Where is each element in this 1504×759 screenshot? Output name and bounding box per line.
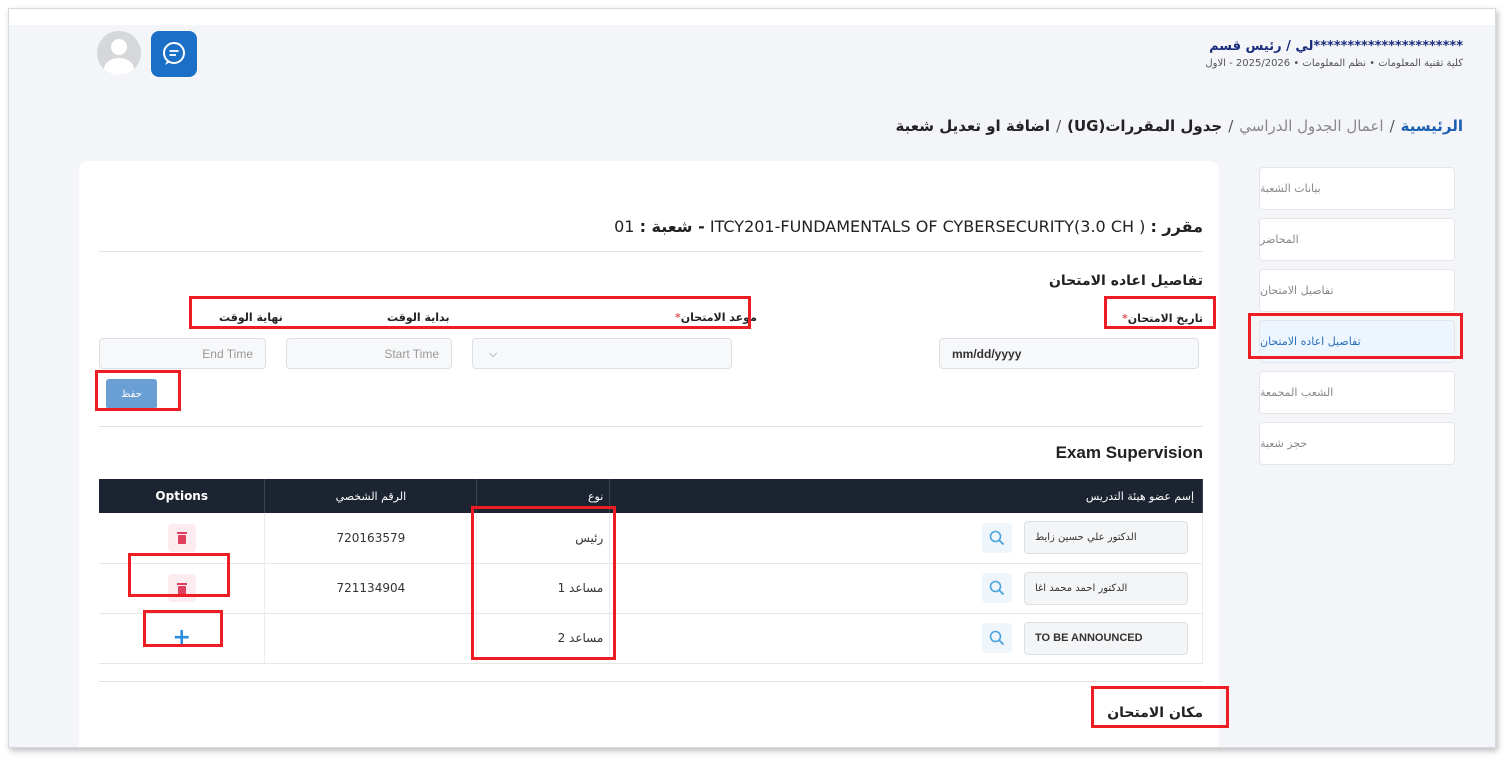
user-context: كلية تقنية المعلومات • نظم المعلومات • 2… (1205, 58, 1463, 69)
table-row: + مساعد 2 TO BE ANNOUNCED (99, 613, 1203, 664)
side-item-lecturer[interactable]: المحاضر (1259, 218, 1455, 261)
search-icon (989, 530, 1005, 545)
save-button[interactable]: حفظ (106, 379, 157, 409)
column-personal-id: الرقم الشخصي (264, 479, 478, 513)
table-row: 720163579 رئيس الدكتور علي حسين زايط (99, 513, 1203, 564)
personal-id-cell: 720163579 (264, 513, 478, 564)
exam-slot-label: موعد الامتحان* (675, 311, 757, 324)
breadcrumb-current: اضافة او تعديل شعبة (895, 117, 1051, 135)
reexam-section-title: تفاصيل اعاده الامتحان (1048, 273, 1203, 289)
user-name[interactable]: **********************لي / رئيس قسم (1205, 39, 1463, 54)
section-side-menu: بيانات الشعبة المحاضر تفاصيل الامتحان تف… (1259, 167, 1455, 473)
end-time-input[interactable]: End Time (99, 338, 266, 369)
plus-icon: + (172, 625, 191, 650)
type-cell: مساعد 2 (476, 613, 611, 664)
divider (99, 426, 1203, 427)
chat-button[interactable] (151, 31, 197, 77)
main-card: مقرر : ( ITCY201-FUNDAMENTALS OF CYBERSE… (79, 161, 1219, 747)
search-button[interactable] (982, 623, 1012, 653)
breadcrumb-course-schedule[interactable]: جدول المقررات(UG) (1067, 117, 1222, 135)
type-cell: مساعد 1 (476, 563, 611, 614)
faculty-name-field[interactable]: الدكتور احمد محمد اغا (1024, 571, 1188, 605)
search-button[interactable] (982, 573, 1012, 603)
side-item-book-section[interactable]: حجز شعبة (1259, 422, 1455, 465)
end-time-label: نهاية الوقت (219, 311, 283, 324)
column-faculty-name: إسم عضو هيئة التدريس (609, 479, 1203, 513)
side-item-exam-details[interactable]: تفاصيل الامتحان (1259, 269, 1455, 312)
exam-slot-select[interactable]: ⌵ (472, 338, 732, 369)
trash-icon (176, 532, 187, 545)
supervision-table: Options الرقم الشخصي نوع إسم عضو هيئة ال… (99, 479, 1203, 664)
faculty-name-field[interactable]: TO BE ANNOUNCED (1024, 621, 1188, 655)
trash-icon (176, 582, 187, 595)
exam-date-input[interactable]: mm/dd/yyyy (939, 338, 1199, 369)
table-row: 721134904 مساعد 1 الدكتور احمد محمد اغا (99, 563, 1203, 614)
search-button[interactable] (982, 522, 1012, 553)
chat-icon (163, 42, 185, 65)
search-icon (989, 630, 1005, 646)
course-title: مقرر : ( ITCY201-FUNDAMENTALS OF CYBERSE… (614, 217, 1203, 236)
section-number: 01 (614, 217, 635, 236)
add-supervisor-button[interactable]: + (167, 624, 196, 652)
delete-button[interactable] (167, 523, 196, 552)
app-window: **********************لي / رئيس قسم كلية… (8, 8, 1496, 748)
exam-supervision-title: Exam Supervision (1055, 443, 1203, 462)
delete-button[interactable] (167, 574, 196, 602)
search-icon (989, 580, 1005, 596)
personal-id-cell (264, 613, 478, 664)
column-options: Options (99, 479, 266, 513)
start-time-input[interactable]: Start Time (286, 338, 452, 369)
side-item-section-data[interactable]: بيانات الشعبة (1259, 167, 1455, 210)
faculty-name-field[interactable]: الدكتور علي حسين زايط (1024, 521, 1188, 555)
side-item-combined-sections[interactable]: الشعب المجمعة (1259, 371, 1455, 414)
type-cell: رئيس (476, 513, 611, 564)
breadcrumb-schedule-work[interactable]: اعمال الجدول الدراسي (1239, 117, 1383, 135)
start-time-label: بداية الوقت (387, 311, 450, 324)
exam-location-title: مكان الامتحان (1107, 705, 1203, 721)
chevron-down-icon: ⌵ (489, 347, 498, 360)
exam-date-label: تاريخ الامتحان* (1122, 312, 1203, 325)
divider (99, 681, 1203, 682)
divider (99, 251, 1203, 252)
breadcrumb-home[interactable]: الرئيسية (1401, 117, 1463, 135)
column-type: نوع (476, 479, 611, 513)
user-avatar[interactable] (97, 31, 141, 75)
side-item-reexam-details[interactable]: تفاصيل اعاده الامتحان (1259, 320, 1455, 363)
top-strip (9, 9, 1495, 25)
breadcrumb: الرئيسية/اعمال الجدول الدراسي/جدول المقر… (895, 117, 1463, 135)
course-code: ( ITCY201-FUNDAMENTALS OF CYBERSECURITY(… (709, 217, 1146, 236)
personal-id-cell: 721134904 (264, 563, 478, 614)
user-info: **********************لي / رئيس قسم كلية… (1205, 39, 1463, 69)
